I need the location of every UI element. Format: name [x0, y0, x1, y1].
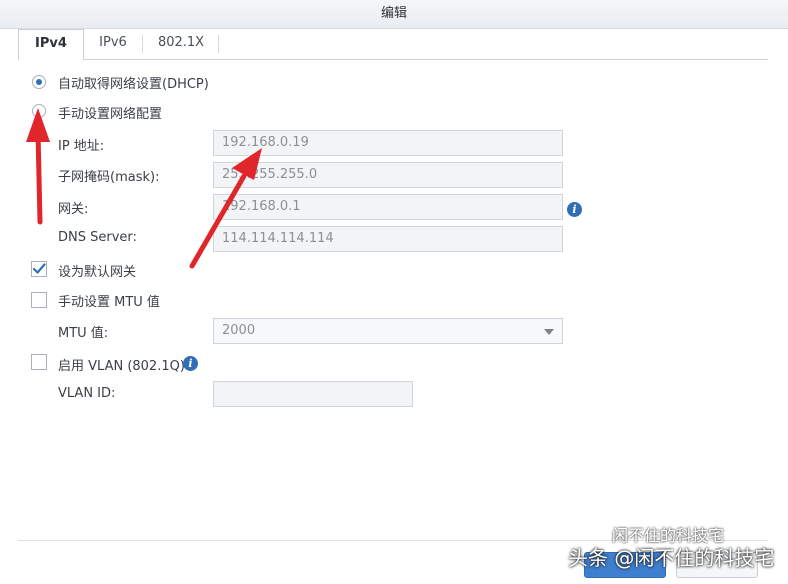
watermark-toutiao: 头条 @闲不住的科技宅 — [568, 546, 775, 570]
vlan-label[interactable]: 启用 VLAN (802.1Q) — [58, 355, 185, 374]
mtu-value-label: MTU 值: — [58, 326, 109, 341]
dns-server-field[interactable]: 114.114.114.114 — [213, 226, 563, 252]
manual-mtu-checkbox[interactable] — [31, 292, 47, 308]
dhcp-radio[interactable] — [32, 75, 46, 89]
radio-selected-dot — [36, 79, 42, 85]
default-gateway-checkbox[interactable] — [31, 261, 47, 277]
manual-mtu-label[interactable]: 手动设置 MTU 值 — [58, 291, 160, 310]
ip-address-label: IP 地址: — [58, 139, 105, 154]
checkmark-icon — [32, 263, 46, 274]
gateway-label: 网关: — [58, 202, 89, 217]
tab-bar: IPv4 IPv6 802.1X — [18, 29, 768, 60]
tab-8021x[interactable]: 802.1X — [148, 29, 214, 59]
manual-config-radio[interactable] — [32, 104, 46, 118]
tab-ipv4[interactable]: IPv4 — [18, 29, 84, 60]
mtu-selected-value: 2000 — [222, 323, 256, 338]
dhcp-option-label[interactable]: 自动取得网络设置(DHCP) — [58, 73, 209, 92]
gateway-field[interactable]: 192.168.0.1 — [213, 194, 563, 220]
info-icon[interactable]: i — [183, 356, 198, 371]
subnet-mask-field[interactable]: 255.255.255.0 — [213, 162, 563, 188]
red-arrow-annotation — [26, 108, 50, 225]
dialog-title: 编辑 — [380, 6, 407, 21]
manual-option-label[interactable]: 手动设置网络配置 — [58, 103, 162, 122]
tab-ipv6[interactable]: IPv6 — [88, 29, 138, 59]
vlan-checkbox[interactable] — [31, 354, 47, 370]
subnet-mask-label: 子网掩码(mask): — [58, 170, 160, 185]
vlan-id-label: VLAN ID: — [58, 386, 116, 401]
mtu-value-select[interactable]: 2000 — [213, 318, 563, 344]
dialog-title-bar: 编辑 — [0, 0, 788, 29]
default-gateway-label[interactable]: 设为默认网关 — [58, 261, 136, 280]
tab-divider — [218, 35, 219, 53]
ip-address-field[interactable]: 192.168.0.19 — [213, 130, 563, 156]
vlan-id-field[interactable] — [213, 381, 413, 407]
info-icon[interactable]: i — [567, 202, 582, 217]
chevron-down-icon — [544, 329, 554, 335]
tab-divider — [142, 35, 143, 53]
dns-server-label: DNS Server: — [58, 230, 137, 245]
